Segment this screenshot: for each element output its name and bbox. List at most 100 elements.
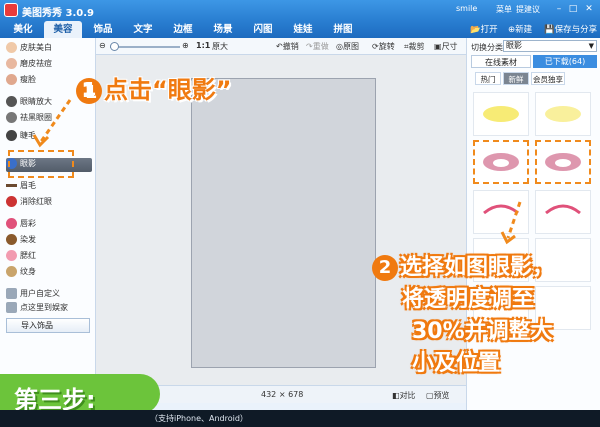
- eye-icon: [6, 196, 17, 207]
- menu-link[interactable]: 菜单: [496, 4, 512, 15]
- step-banner: 第三步:: [0, 374, 160, 414]
- arrow-icon: [32, 99, 72, 148]
- feedback-link[interactable]: 提建议: [516, 4, 540, 15]
- step2-line: 2 选择如图眼影，: [372, 252, 554, 284]
- step2-annotation: 2 选择如图眼影， 将透明度调至 30%并调整大 小及位置: [372, 252, 554, 380]
- chevron-down-icon: ▼: [588, 42, 594, 50]
- menu-item-custom[interactable]: 用户自定义: [6, 288, 92, 302]
- menu-label: 唇彩: [20, 219, 36, 228]
- eyeshadow-swatch-selected[interactable]: [535, 140, 591, 184]
- bottom-strip: （支持iPhone、Android）: [0, 410, 600, 427]
- tab-beauty[interactable]: 美容: [44, 21, 82, 38]
- original-size-button[interactable]: 原大: [212, 41, 228, 52]
- open-button[interactable]: 📂打开: [470, 23, 498, 35]
- step1-annotation: 1 点击“眼影”: [76, 70, 232, 105]
- preview-label: 预览: [433, 391, 450, 400]
- original-button[interactable]: ◎原图: [336, 41, 359, 52]
- switch-category-label: 切换分类: [471, 43, 503, 52]
- highlight-eyeshadow-menu: [8, 150, 74, 178]
- tab-scene[interactable]: 场景: [204, 21, 242, 38]
- image-dimensions: 432 × 678: [261, 390, 303, 399]
- menu-item-whiten[interactable]: 皮肤美白: [6, 42, 92, 56]
- eye-icon: [6, 130, 17, 141]
- menu-label: 点这里到娱家: [20, 303, 68, 312]
- menu-item-hair-dye[interactable]: 染发: [6, 234, 92, 248]
- eyeshadow-pink-icon: [483, 153, 519, 171]
- zoom-slider[interactable]: [110, 46, 180, 48]
- menu-item-lip[interactable]: 唇彩: [6, 218, 92, 232]
- rotate-button[interactable]: ⟳旋转: [372, 41, 395, 52]
- new-label: 新建: [515, 25, 533, 35]
- undo-button[interactable]: ↶撤销: [276, 41, 299, 52]
- arrow-icon: [500, 201, 522, 245]
- edit-toolbar: ⊖ ⊕ 1:1 原大 ↶撤销 ↷重做 ◎原图 ⟳旋转 ⌗裁剪 ▣尺寸: [96, 38, 466, 55]
- tab-flash[interactable]: 闪图: [244, 21, 282, 38]
- maximize-icon[interactable]: □: [566, 3, 580, 16]
- face-icon: [6, 58, 17, 69]
- menu-item-set-favorite[interactable]: 点这里到娱家: [6, 302, 92, 316]
- step2-line: 30%并调整大: [412, 319, 553, 344]
- save-share-button[interactable]: 💾保存与分享: [544, 23, 597, 35]
- menu-item-red-eye[interactable]: 消除红眼: [6, 196, 92, 210]
- zoom-ratio[interactable]: 1:1: [196, 41, 210, 50]
- step1-text: 点击“眼影”: [104, 76, 232, 104]
- category-value: 眼影: [506, 41, 522, 50]
- folder-icon: [6, 288, 17, 299]
- window-title: 美图秀秀 3.0.9: [22, 8, 94, 19]
- eyeshadow-yellow-icon: [483, 106, 519, 122]
- original-label: 原图: [342, 42, 359, 51]
- hair-icon: [6, 234, 17, 245]
- zoom-in-icon[interactable]: ⊕: [182, 41, 189, 50]
- tab-text[interactable]: 文字: [124, 21, 162, 38]
- step2-line: 小及位置: [412, 351, 501, 376]
- eyeshadow-swatch[interactable]: [535, 190, 591, 234]
- subtab-hot[interactable]: 热门: [475, 72, 501, 85]
- step2-line-text: 选择如图眼影，: [400, 255, 555, 280]
- eyeshadow-swatch-selected[interactable]: [473, 140, 529, 184]
- menu-label: 皮肤美白: [20, 43, 52, 52]
- image-width: 432: [261, 390, 277, 399]
- menu-label: 纹身: [20, 267, 36, 276]
- new-button[interactable]: ⊕新建: [508, 23, 532, 35]
- eyeshadow-swatch[interactable]: [473, 92, 529, 136]
- compare-label: 对比: [399, 391, 416, 400]
- open-label: 打开: [480, 25, 498, 35]
- tab-border[interactable]: 边框: [164, 21, 202, 38]
- category-select[interactable]: 眼影 ▼: [503, 40, 597, 52]
- minimize-icon[interactable]: –: [552, 3, 566, 16]
- subtab-new[interactable]: 新鲜: [503, 72, 529, 85]
- tab-beautify[interactable]: 美化: [4, 21, 42, 38]
- portrait-photo[interactable]: [191, 78, 376, 368]
- face-icon: [6, 74, 17, 85]
- import-button[interactable]: 导入饰品: [6, 318, 90, 333]
- eyebrow-icon: [6, 184, 17, 187]
- tab-online-materials[interactable]: 在线素材: [471, 55, 531, 68]
- zoom-slider-handle[interactable]: [110, 42, 119, 51]
- zoom-out-icon[interactable]: ⊖: [99, 41, 106, 50]
- tab-downloaded[interactable]: 已下载(64): [533, 55, 597, 68]
- eyeshadow-yellow-icon: [545, 106, 581, 122]
- eyeshadow-swatch[interactable]: [535, 92, 591, 136]
- resize-button[interactable]: ▣尺寸: [434, 41, 458, 52]
- crop-button[interactable]: ⌗裁剪: [404, 41, 425, 52]
- menu-label: 消除红眼: [20, 197, 52, 206]
- undo-label: 撤销: [282, 42, 299, 51]
- eye-icon: [6, 96, 17, 107]
- preview-button[interactable]: ▢预览: [426, 390, 450, 401]
- close-icon[interactable]: ✕: [582, 3, 596, 16]
- subtab-vip[interactable]: 会员独享: [531, 72, 565, 85]
- menu-item-blush[interactable]: 腮红: [6, 250, 92, 264]
- menu-item-tattoo[interactable]: 纹身: [6, 266, 92, 280]
- menu-label: 染发: [20, 235, 36, 244]
- tab-collage[interactable]: 拼图: [324, 21, 362, 38]
- step2-line: 将透明度调至: [402, 287, 535, 312]
- compare-button[interactable]: ◧对比: [392, 390, 416, 401]
- tab-doll[interactable]: 娃娃: [284, 21, 322, 38]
- step1-number: 1: [76, 78, 102, 104]
- menu-item-eyebrow[interactable]: 眉毛: [6, 180, 92, 194]
- tab-accessories[interactable]: 饰品: [84, 21, 122, 38]
- redo-button[interactable]: ↷重做: [306, 41, 329, 52]
- menu-label: 眉毛: [20, 181, 36, 190]
- user-name[interactable]: smile: [456, 4, 477, 13]
- image-height: 678: [288, 390, 304, 399]
